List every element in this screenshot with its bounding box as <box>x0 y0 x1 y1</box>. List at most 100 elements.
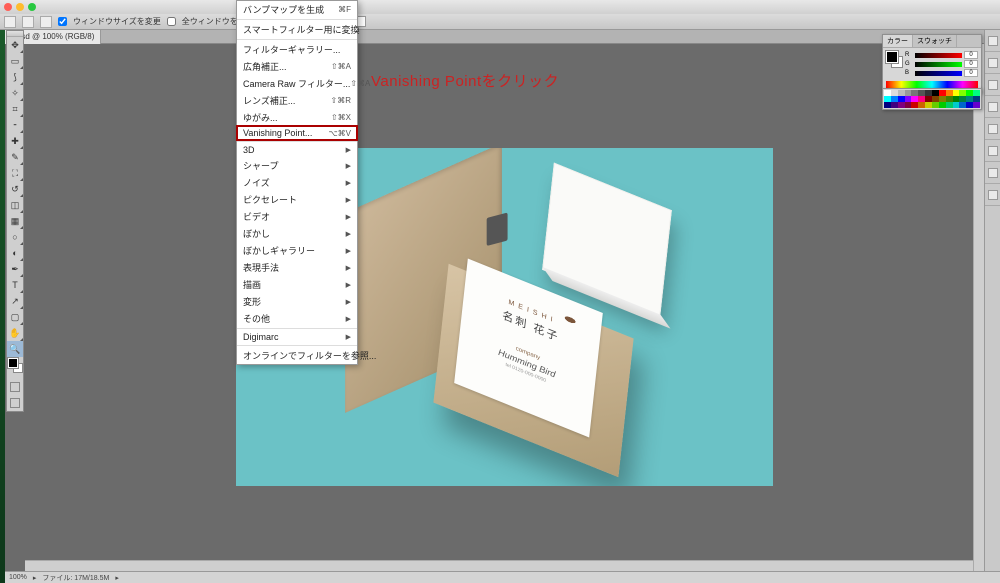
zoom-in-icon[interactable] <box>22 16 34 28</box>
panel-icon-2[interactable] <box>985 52 1000 74</box>
marquee-tool[interactable]: ▭ <box>7 53 23 69</box>
pen-tool[interactable]: ✒ <box>7 261 23 277</box>
resize-window-label: ウィンドウサイズを変更 <box>73 16 161 27</box>
menu-item[interactable]: ノイズ▶ <box>237 174 357 191</box>
eraser-tool[interactable]: ◫ <box>7 197 23 213</box>
wand-tool[interactable]: ✧ <box>7 85 23 101</box>
swatch-cell[interactable] <box>939 102 946 108</box>
zoom-window-icon[interactable] <box>28 3 36 11</box>
menu-item[interactable]: Camera Raw フィルター...⇧⌘A <box>237 75 357 92</box>
swatch-cell[interactable] <box>898 102 905 108</box>
swatch-cell[interactable] <box>959 102 966 108</box>
menu-item[interactable]: オンラインでフィルターを参照... <box>237 347 357 364</box>
healing-tool[interactable]: ✚ <box>7 133 23 149</box>
menu-item[interactable]: シャープ▶ <box>237 157 357 174</box>
swatch-cell[interactable] <box>966 102 973 108</box>
type-tool[interactable]: T <box>7 277 23 293</box>
menu-item[interactable]: 広角補正...⇧⌘A <box>237 58 357 75</box>
menu-item[interactable]: ピクセレート▶ <box>237 191 357 208</box>
r-value[interactable]: 0 <box>964 51 978 59</box>
move-tool[interactable]: ✥ <box>7 37 23 53</box>
swatch-cell[interactable] <box>911 102 918 108</box>
zoom-tool[interactable]: 🔍 <box>7 341 23 357</box>
blur-tool[interactable]: ○ <box>7 229 23 245</box>
shape-tool[interactable]: ▢ <box>7 309 23 325</box>
status-info: ファイル: 17M/18.5M <box>42 573 109 583</box>
status-arrow-icon-2[interactable]: ▸ <box>115 574 119 582</box>
status-arrow-icon[interactable]: ▸ <box>33 574 37 582</box>
swatch-cell[interactable] <box>925 102 932 108</box>
swatch-grid <box>883 89 981 109</box>
crop-tool[interactable]: ⌗ <box>7 101 23 117</box>
stamp-tool[interactable]: ⛶ <box>7 165 23 181</box>
swatch-cell[interactable] <box>932 102 939 108</box>
r-slider[interactable] <box>915 53 962 58</box>
zoom-all-checkbox[interactable] <box>167 17 176 26</box>
menu-item[interactable]: 変形▶ <box>237 293 357 310</box>
status-bar: 100% ▸ ファイル: 17M/18.5M ▸ <box>5 571 1000 583</box>
quickmask-toggle[interactable] <box>7 379 23 395</box>
g-value[interactable]: 0 <box>964 60 978 68</box>
panel-icon-8[interactable] <box>985 184 1000 206</box>
lasso-tool[interactable]: ⟆ <box>7 69 23 85</box>
menu-item[interactable]: ビデオ▶ <box>237 208 357 225</box>
swatch-cell[interactable] <box>918 102 925 108</box>
hand-tool[interactable]: ✋ <box>7 325 23 341</box>
menu-item[interactable]: Digimarc▶ <box>237 330 357 344</box>
close-window-icon[interactable] <box>4 3 12 11</box>
gradient-tool[interactable]: ▦ <box>7 213 23 229</box>
menu-item[interactable]: その他▶ <box>237 310 357 327</box>
minimize-window-icon[interactable] <box>16 3 24 11</box>
history-brush-tool[interactable]: ↺ <box>7 181 23 197</box>
screenmode-toggle[interactable] <box>7 395 23 411</box>
menu-item[interactable]: Vanishing Point...⌥⌘V <box>237 126 357 140</box>
swatch-cell[interactable] <box>953 102 960 108</box>
resize-window-checkbox[interactable] <box>58 17 67 26</box>
status-zoom[interactable]: 100% <box>9 574 27 581</box>
menu-item[interactable]: 表現手法▶ <box>237 259 357 276</box>
horizontal-scrollbar[interactable] <box>25 560 973 571</box>
window-titlebar <box>0 0 1000 14</box>
filter-menu: バンプマップを生成⌘F スマートフィルター用に変換フィルターギャラリー...広角補… <box>236 0 358 365</box>
menu-item[interactable]: スマートフィルター用に変換 <box>237 21 357 38</box>
b-slider[interactable] <box>915 71 962 76</box>
menu-item[interactable]: 3D▶ <box>237 143 357 157</box>
foreground-color[interactable] <box>8 358 18 368</box>
b-value[interactable]: 0 <box>964 69 978 77</box>
swatch-cell[interactable] <box>973 102 980 108</box>
menu-item[interactable]: 描画▶ <box>237 276 357 293</box>
dodge-tool[interactable]: ◐ <box>7 245 23 261</box>
color-panel-tabs: カラー スウォッチ <box>883 35 981 48</box>
swatch-cell[interactable] <box>884 102 891 108</box>
g-slider[interactable] <box>915 62 962 67</box>
menu-item[interactable]: フィルターギャラリー... <box>237 41 357 58</box>
tool-palette: ✥ ▭ ⟆ ✧ ⌗ ⁃ ✚ ✎ ⛶ ↺ ◫ ▦ ○ ◐ ✒ T ↗ ▢ ✋ 🔍 <box>6 30 24 412</box>
cp-swatches[interactable] <box>886 51 902 78</box>
tab-swatch[interactable]: スウォッチ <box>913 35 957 47</box>
color-swatches[interactable] <box>7 357 23 379</box>
menu-item[interactable]: ぼかし▶ <box>237 225 357 242</box>
eyedropper-tool[interactable]: ⁃ <box>7 117 23 133</box>
menu-item[interactable]: ゆがみ...⇧⌘X <box>237 109 357 126</box>
menu-item[interactable]: レンズ補正...⇧⌘R <box>237 92 357 109</box>
swatch-cell[interactable] <box>905 102 912 108</box>
menu-item[interactable]: バンプマップを生成⌘F <box>237 1 357 18</box>
panel-icon-6[interactable] <box>985 140 1000 162</box>
ruler-left <box>0 30 5 583</box>
swatch-cell[interactable] <box>946 102 953 108</box>
panel-icon-5[interactable] <box>985 118 1000 140</box>
swatch-cell[interactable] <box>891 102 898 108</box>
menu-item[interactable]: ぼかしギャラリー▶ <box>237 242 357 259</box>
panel-icon-4[interactable] <box>985 96 1000 118</box>
vertical-scrollbar[interactable] <box>973 44 984 571</box>
panel-icon-7[interactable] <box>985 162 1000 184</box>
panel-icon-3[interactable] <box>985 74 1000 96</box>
cp-fg-color[interactable] <box>886 51 898 63</box>
panel-icon-1[interactable] <box>985 30 1000 52</box>
tab-color[interactable]: カラー <box>883 35 913 47</box>
color-panel: カラー スウォッチ R0 G0 B0 <box>882 34 982 94</box>
document-tab-bar: × .psd @ 100% (RGB/8) <box>0 30 1000 44</box>
zoom-out-icon[interactable] <box>40 16 52 28</box>
path-tool[interactable]: ↗ <box>7 293 23 309</box>
brush-tool[interactable]: ✎ <box>7 149 23 165</box>
